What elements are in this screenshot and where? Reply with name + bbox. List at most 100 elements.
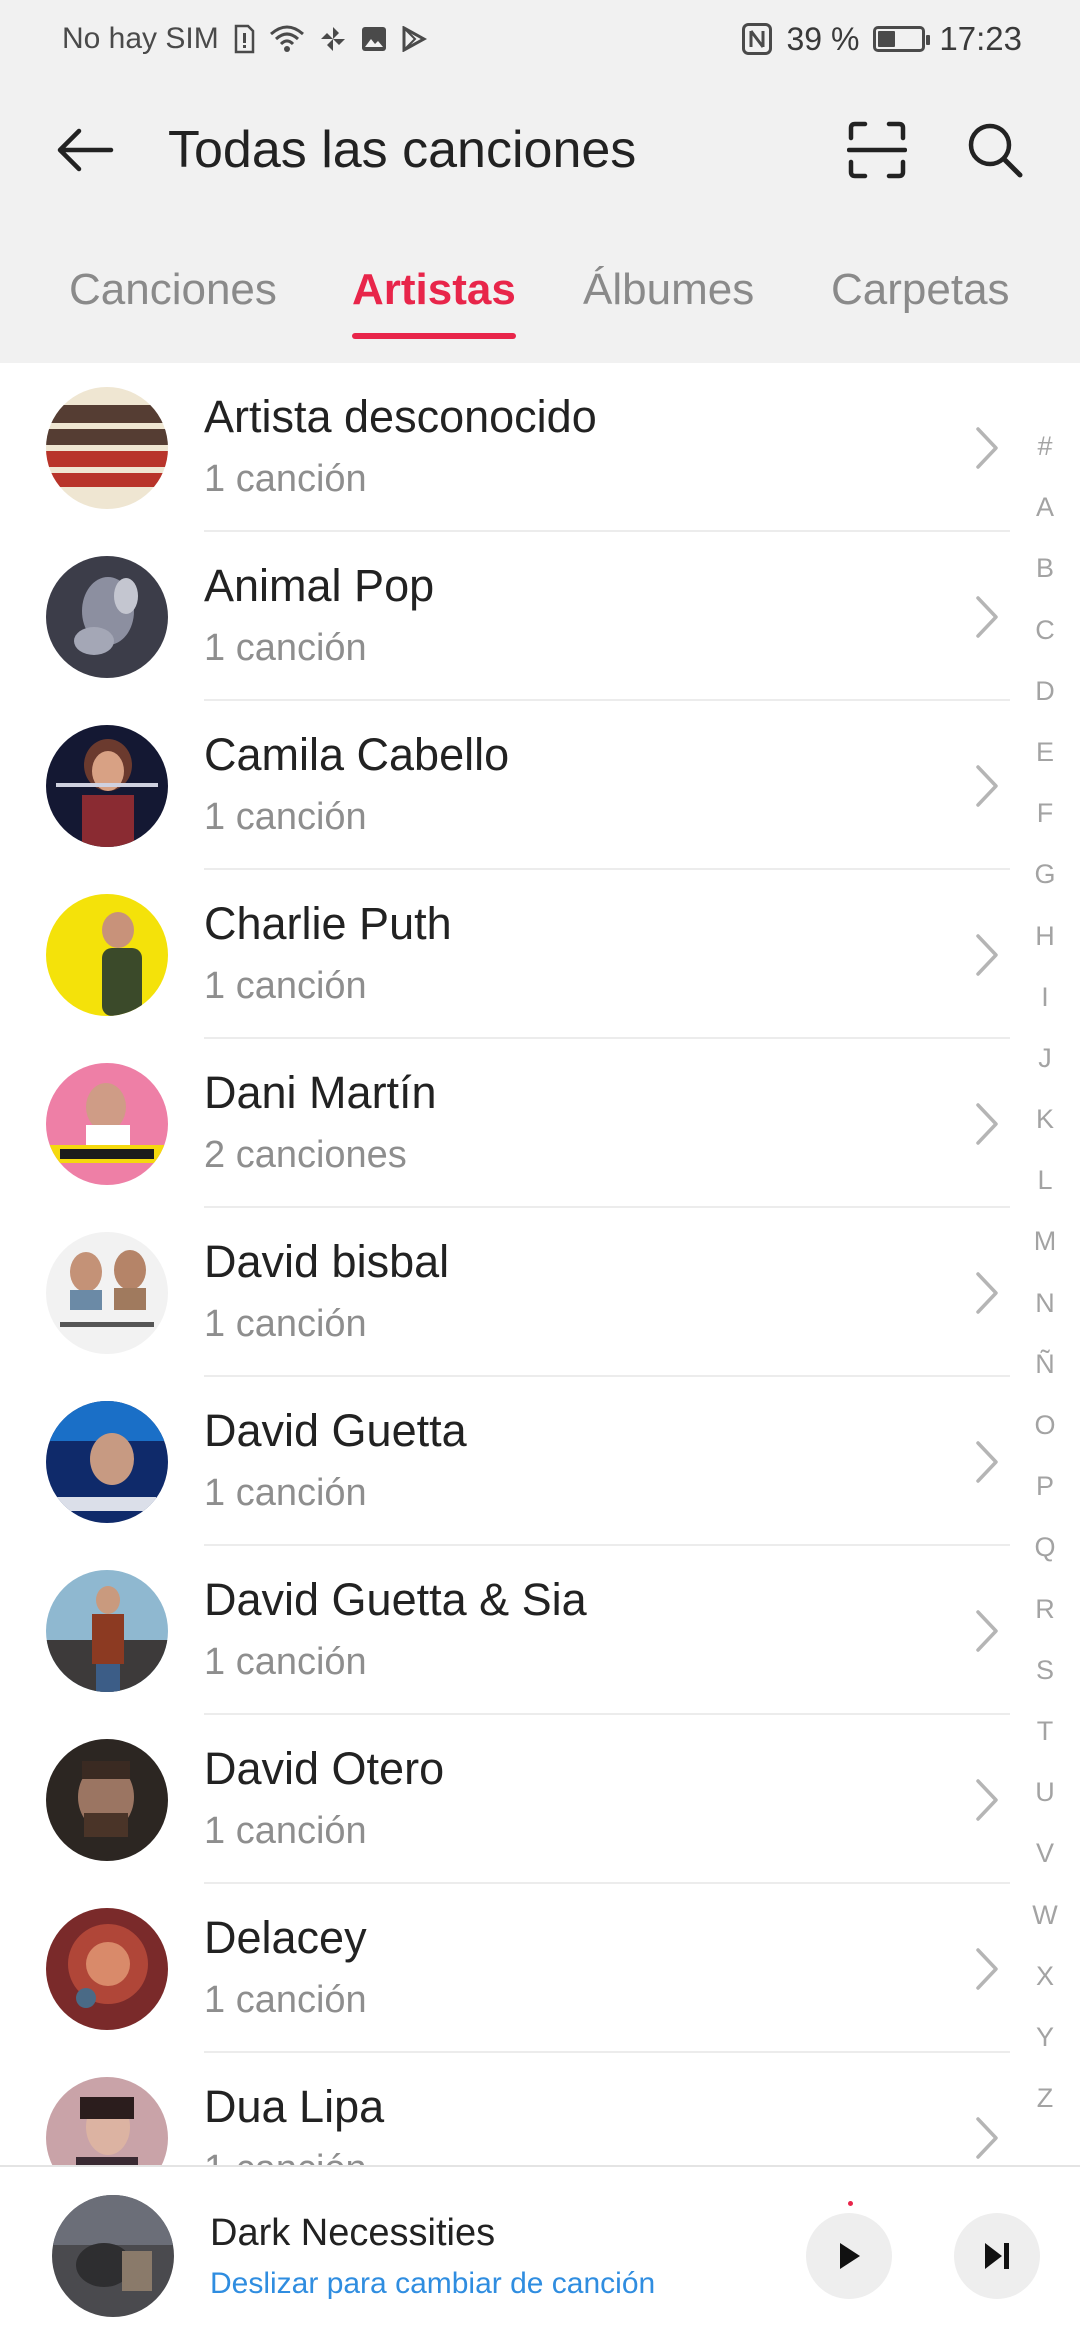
index-letter[interactable]: F — [1037, 783, 1054, 844]
chevron-right-icon — [976, 427, 998, 469]
list-item[interactable]: Delacey 1 canción — [0, 1884, 1010, 2053]
index-letter[interactable]: T — [1037, 1701, 1054, 1762]
list-item[interactable]: David Otero 1 canción — [0, 1715, 1010, 1884]
chevron-right-icon — [976, 596, 998, 638]
list-item[interactable]: Camila Cabello 1 canción — [0, 701, 1010, 870]
tab-label: Carpetas — [831, 265, 1010, 314]
index-letter[interactable]: Ñ — [1035, 1334, 1055, 1395]
sim-alert-icon — [233, 24, 255, 54]
avatar — [46, 1401, 168, 1523]
carrier-text: No hay SIM — [62, 22, 219, 55]
now-playing-bar[interactable]: Dark Necessities Deslizar para cambiar d… — [0, 2165, 1080, 2340]
page-title: Todas las canciones — [168, 121, 637, 179]
index-letter[interactable]: R — [1035, 1579, 1055, 1640]
artist-name: David bisbal — [204, 1236, 450, 1287]
scan-icon — [847, 121, 907, 179]
index-letter[interactable]: K — [1036, 1089, 1054, 1150]
chevron-right-icon — [976, 1610, 998, 1652]
play-icon — [840, 2243, 860, 2269]
song-count: 1 canción — [204, 1303, 367, 1345]
now-playing-cover[interactable] — [52, 2195, 174, 2317]
list-item[interactable]: Dua Lipa 1 canción — [0, 2053, 1010, 2165]
index-letter[interactable]: A — [1036, 477, 1054, 538]
play-store-icon — [401, 26, 427, 52]
index-letter[interactable]: Q — [1034, 1517, 1055, 1578]
chevron-right-icon — [976, 1103, 998, 1145]
list-item[interactable]: Dani Martín 2 canciones — [0, 1039, 1010, 1208]
tab-bar: Canciones Artistas Álbumes Carpetas — [0, 255, 1080, 345]
list-item[interactable]: Animal Pop 1 canción — [0, 532, 1010, 701]
avatar — [46, 2077, 168, 2165]
artist-name: Camila Cabello — [204, 729, 510, 780]
artist-name: David Otero — [204, 1743, 445, 1794]
index-letter[interactable]: P — [1036, 1456, 1054, 1517]
artist-name: Charlie Puth — [204, 898, 452, 949]
index-letter[interactable]: G — [1034, 844, 1055, 905]
index-letter[interactable]: O — [1034, 1395, 1055, 1456]
index-letter[interactable]: U — [1035, 1762, 1055, 1823]
avatar — [46, 1739, 168, 1861]
tab-artistas[interactable]: Artistas — [352, 255, 516, 339]
song-count: 1 canción — [204, 1472, 367, 1514]
playback-indicator-dot — [848, 2201, 853, 2206]
now-playing-title: Dark Necessities — [210, 2212, 496, 2254]
song-count: 1 canción — [204, 627, 367, 669]
avatar — [46, 894, 168, 1016]
list-item[interactable]: Artista desconocido 1 canción — [0, 363, 1010, 532]
clock: 17:23 — [939, 20, 1022, 57]
index-letter[interactable]: H — [1035, 906, 1055, 967]
search-icon — [968, 123, 1023, 178]
avatar — [46, 1063, 168, 1185]
alphabet-index[interactable]: # A B C D E F G H I J K L M N Ñ O P Q R … — [1022, 416, 1068, 2129]
tab-canciones[interactable]: Canciones — [69, 255, 277, 325]
artist-name: Dani Martín — [204, 1067, 437, 1118]
chevron-right-icon — [976, 934, 998, 976]
index-letter[interactable]: J — [1038, 1028, 1052, 1089]
list-item[interactable]: David Guetta 1 canción — [0, 1377, 1010, 1546]
index-letter[interactable]: C — [1035, 600, 1055, 661]
tab-albumes[interactable]: Álbumes — [583, 255, 754, 325]
index-letter[interactable]: W — [1032, 1885, 1057, 1946]
index-letter[interactable]: S — [1036, 1640, 1054, 1701]
tab-label: Artistas — [352, 265, 516, 314]
status-right: 39 % 17:23 — [742, 20, 1022, 58]
index-letter[interactable]: I — [1041, 967, 1049, 1028]
index-letter[interactable]: V — [1036, 1823, 1054, 1884]
index-letter[interactable]: Y — [1036, 2007, 1054, 2068]
chevron-right-icon — [976, 765, 998, 807]
index-letter[interactable]: M — [1034, 1211, 1057, 1272]
artist-name: David Guetta & Sia — [204, 1574, 587, 1625]
index-letter[interactable]: X — [1036, 1946, 1054, 2007]
tab-carpetas[interactable]: Carpetas — [831, 255, 1010, 325]
artist-list[interactable]: Artista desconocido 1 canción Animal Pop… — [0, 363, 1010, 2165]
avatar — [46, 387, 168, 509]
avatar — [46, 1232, 168, 1354]
tab-label: Canciones — [69, 265, 277, 314]
chevron-right-icon — [976, 1272, 998, 1314]
list-item[interactable]: Charlie Puth 1 canción — [0, 870, 1010, 1039]
list-item[interactable]: David bisbal 1 canción — [0, 1208, 1010, 1377]
chevron-right-icon — [976, 2117, 998, 2159]
search-button[interactable] — [960, 115, 1030, 185]
artist-name: Dua Lipa — [204, 2081, 385, 2132]
avatar — [46, 556, 168, 678]
index-letter[interactable]: B — [1036, 538, 1054, 599]
next-button[interactable] — [954, 2213, 1040, 2299]
artist-name: David Guetta — [204, 1405, 467, 1456]
now-playing-hint: Deslizar para cambiar de canción — [210, 2267, 656, 2300]
play-button[interactable] — [806, 2213, 892, 2299]
index-letter[interactable]: N — [1035, 1273, 1055, 1334]
back-button[interactable] — [52, 117, 118, 183]
index-letter[interactable]: Z — [1037, 2068, 1054, 2129]
index-letter[interactable]: D — [1035, 661, 1055, 722]
index-letter[interactable]: L — [1037, 1150, 1052, 1211]
scan-button[interactable] — [842, 115, 912, 185]
index-letter[interactable]: E — [1036, 722, 1054, 783]
tab-label: Álbumes — [583, 265, 755, 314]
status-left: No hay SIM — [62, 22, 427, 56]
index-letter[interactable]: # — [1037, 416, 1052, 477]
song-count: 1 canción — [204, 458, 367, 500]
list-item[interactable]: David Guetta & Sia 1 canción — [0, 1546, 1010, 1715]
active-tab-indicator — [352, 333, 516, 339]
battery-fill — [878, 31, 896, 47]
